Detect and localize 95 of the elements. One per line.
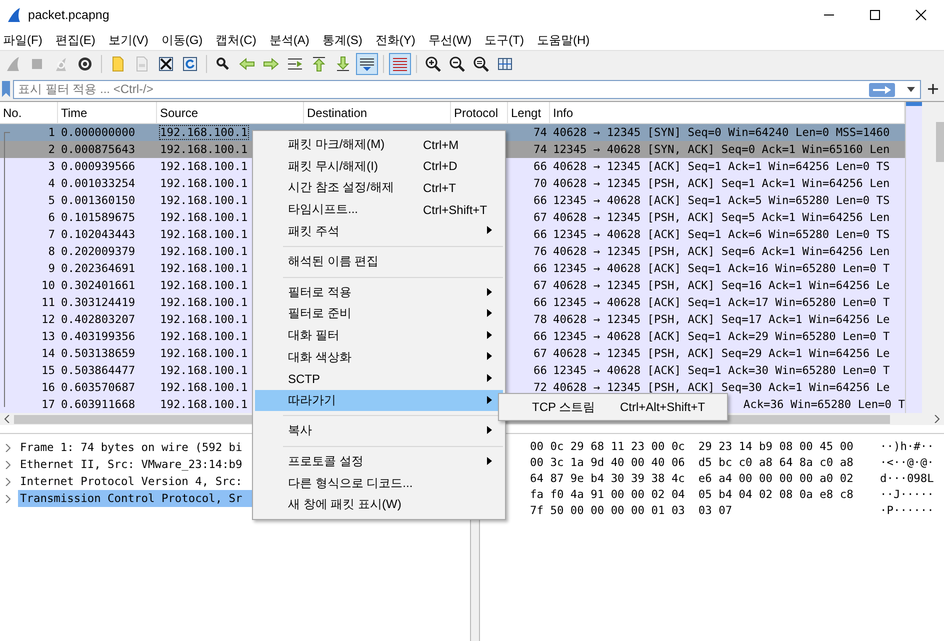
packet-source: 192.168.100.1	[160, 228, 248, 241]
packet-number: 3	[48, 160, 55, 173]
packet-time: 0.503138659	[61, 347, 136, 360]
packet-length: 67	[534, 279, 547, 292]
packet-info: 40628 → 12345 [ACK] Seq=1 Ack=1 Win=64256 Len=0 TS	[553, 160, 890, 173]
packet-time: 0.302401661	[61, 279, 136, 292]
packet-number: 1	[48, 126, 55, 139]
ascii-bytes: d···098L	[880, 472, 934, 484]
window-title: packet.pcapng	[28, 8, 110, 22]
packet-time: 0.303124419	[61, 296, 136, 309]
ascii-bytes: ·<··@·@·	[880, 456, 934, 468]
packet-time: 0.001360150	[61, 194, 136, 207]
packet-length: 70	[534, 177, 547, 190]
packet-time: 0.402803207	[61, 313, 136, 326]
hex-bytes: 64 87 9e b4 30 39 38 4c e6 a4 00 00 00 00 a0 02	[530, 472, 854, 484]
packet-time: 0.001033254	[61, 177, 136, 190]
packet-time: 0.202364691	[61, 262, 136, 275]
packet-length: 72	[534, 381, 547, 394]
packet-source: 192.168.100.1	[160, 211, 248, 224]
packet-info: 12345 → 40628 [ACK] Seq=1 Ack=5 Win=65280 Len=0 TS	[553, 194, 890, 207]
packet-info: Ack=36 Win=65280 Len=0 T	[743, 398, 905, 411]
packet-source: 192.168.100.1	[160, 160, 248, 173]
packet-length: 76	[534, 245, 547, 258]
packet-source: 192.168.100.1	[160, 262, 248, 275]
packet-time: 0.603911668	[61, 398, 136, 411]
packet-info: 12345 → 40628 [ACK] Seq=1 Ack=17 Win=65280 Len=0 T	[553, 296, 890, 309]
packet-length: 66	[534, 160, 547, 173]
packet-number: 10	[42, 279, 55, 292]
packet-number: 4	[48, 177, 55, 190]
packet-number: 13	[42, 330, 55, 343]
packet-time: 0.102043443	[61, 228, 136, 241]
packet-number: 8	[48, 245, 55, 258]
packet-length: 67	[534, 347, 547, 360]
packet-info: 12345 → 40628 [ACK] Seq=1 Ack=6 Win=65280 Len=0 TS	[553, 228, 890, 241]
packet-time: 0.202009379	[61, 245, 136, 258]
hex-bytes: 7f 50 00 00 00 00 01 03 03 07	[530, 504, 734, 516]
packet-length: 74	[534, 126, 547, 139]
packet-source: 192.168.100.1	[160, 177, 248, 190]
packet-info: 12345 → 40628 [SYN, ACK] Seq=0 Ack=1 Win=65160 Len	[553, 143, 890, 156]
packet-info: 12345 → 40628 [ACK] Seq=1 Ack=29 Win=65280 Len=0 T	[553, 330, 890, 343]
packet-source: 192.168.100.1	[160, 245, 248, 258]
packet-source: 192.168.100.1	[160, 313, 248, 326]
packet-number: 9	[48, 262, 55, 275]
packet-length: 66	[534, 364, 547, 377]
packet-info: 40628 → 12345 [PSH, ACK] Seq=5 Ack=1 Win=64256 Len	[553, 211, 890, 224]
packet-source: 192.168.100.1	[160, 279, 248, 292]
packet-source: 192.168.100.1	[160, 296, 248, 309]
packet-number: 15	[42, 364, 55, 377]
packet-info: 40628 → 12345 [PSH, ACK] Seq=16 Ack=1 Win=64256 Le	[553, 279, 890, 292]
hex-bytes: 00 3c 1a 9d 40 00 40 06 d5 bc c0 a8 64 8a c0 a8	[530, 456, 854, 468]
packet-number: 7	[48, 228, 55, 241]
packet-info: 40628 → 12345 [PSH, ACK] Seq=30 Ack=1 Win=64256 Le	[553, 381, 890, 394]
packet-time: 0.603570687	[61, 381, 136, 394]
hex-bytes: 00 0c 29 68 11 23 00 0c 29 23 14 b9 08 00 45 00	[530, 440, 854, 452]
packet-length: 66	[534, 228, 547, 241]
packet-number: 2	[48, 143, 55, 156]
packet-source: 192.168.100.1	[160, 126, 248, 139]
ascii-bytes: ··)h·#··	[880, 440, 934, 452]
packet-source: 192.168.100.1	[160, 143, 248, 156]
packet-number: 16	[42, 381, 55, 394]
ascii-bytes: ·P······	[880, 504, 934, 516]
packet-source: 192.168.100.1	[160, 194, 248, 207]
packet-time: 0.403199356	[61, 330, 136, 343]
packet-length: 78	[534, 313, 547, 326]
packet-time: 0.000875643	[61, 143, 136, 156]
packet-number: 11	[42, 296, 55, 309]
packet-source: 192.168.100.1	[160, 364, 248, 377]
packet-source: 192.168.100.1	[160, 381, 248, 394]
packet-info: 12345 → 40628 [ACK] Seq=1 Ack=16 Win=65280 Len=0 T	[553, 262, 890, 275]
packet-length: 67	[534, 211, 547, 224]
packet-time: 0.000939566	[61, 160, 136, 173]
packet-time: 0.101589675	[61, 211, 136, 224]
packet-number: 17	[42, 398, 55, 411]
packet-number: 6	[48, 211, 55, 224]
packet-info: 40628 → 12345 [PSH, ACK] Seq=6 Ack=1 Win=64256 Len	[553, 245, 890, 258]
packet-length: 74	[534, 143, 547, 156]
packet-info: 40628 → 12345 [SYN] Seq=0 Win=64240 Len=0 MSS=1460	[553, 126, 890, 139]
packet-info: 12345 → 40628 [ACK] Seq=1 Ack=30 Win=65280 Len=0 T	[553, 364, 890, 377]
ascii-bytes: ··J·····	[880, 488, 934, 500]
packet-time: 0.000000000	[61, 126, 136, 139]
packet-info: 40628 → 12345 [PSH, ACK] Seq=17 Ack=1 Win=64256 Le	[553, 313, 890, 326]
packet-number: 14	[42, 347, 55, 360]
packet-length: 66	[534, 330, 547, 343]
packet-length: 66	[534, 296, 547, 309]
packet-length: 66	[534, 194, 547, 207]
packet-source: 192.168.100.1	[160, 347, 248, 360]
packet-time: 0.503864477	[61, 364, 136, 377]
packet-number: 5	[48, 194, 55, 207]
packet-source: 192.168.100.1	[160, 330, 248, 343]
packet-number: 12	[42, 313, 55, 326]
packet-length: 66	[534, 262, 547, 275]
packet-info: 40628 → 12345 [PSH, ACK] Seq=1 Ack=1 Win=64256 Len	[553, 177, 890, 190]
hex-bytes: fa f0 4a 91 00 00 02 04 05 b4 04 02 08 0a e8 c8	[530, 488, 854, 500]
packet-source: 192.168.100.1	[160, 398, 248, 411]
packet-info: 40628 → 12345 [PSH, ACK] Seq=29 Ack=1 Win=64256 Le	[553, 347, 890, 360]
